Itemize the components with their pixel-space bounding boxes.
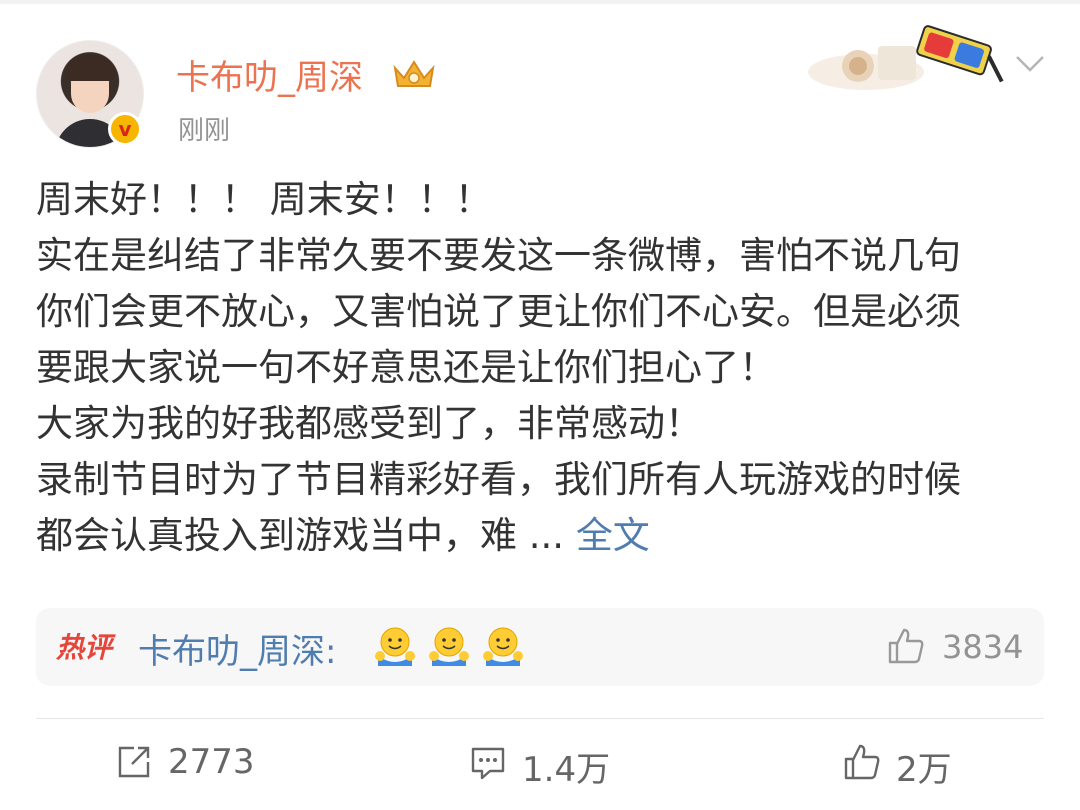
- thumbs-up-icon[interactable]: [886, 626, 926, 666]
- hot-comment-tag: 热评: [56, 631, 113, 664]
- post-line: 周末好！！！ 周末安！！！: [36, 178, 492, 221]
- repost-icon: [118, 746, 150, 778]
- repost-count: 2773: [168, 742, 255, 782]
- crown-icon: [393, 60, 435, 87]
- post-line: 录制节目时为了节目精彩好看，我们所有人玩游戏的时候: [36, 458, 961, 501]
- hug-emoji-icon: [429, 627, 469, 666]
- fan-card-badge-icon[interactable]: [806, 16, 1012, 92]
- like-button[interactable]: 2万: [842, 740, 972, 790]
- like-count: 2万: [896, 750, 952, 790]
- comment-button[interactable]: 1.4万: [468, 740, 628, 790]
- hot-comment-user[interactable]: 卡布叻_周深:: [138, 624, 336, 673]
- hot-comment[interactable]: 热评 卡布叻_周深: 3834: [36, 608, 1044, 686]
- timestamp: 刚刚: [178, 116, 231, 146]
- post-line: 实在是纠结了非常久要不要发这一条微博，害怕不说几句: [36, 234, 961, 277]
- comment-count: 1.4万: [522, 750, 611, 790]
- full-text-link[interactable]: 全文: [576, 514, 650, 557]
- post-line: 要跟大家说一句不好意思还是让你们担心了！: [36, 346, 776, 389]
- post-line: 都会认真投入到游戏当中，难 ...: [36, 514, 565, 557]
- hug-emoji-icon: [375, 627, 415, 666]
- post-line: 大家为我的好我都感受到了，非常感动！: [36, 402, 702, 445]
- divider: [36, 718, 1044, 719]
- username[interactable]: 卡布叻_周深: [176, 50, 363, 99]
- post-line-last: 都会认真投入到游戏当中，难 ... 全文: [36, 508, 1046, 564]
- verified-badge-icon: v: [108, 112, 142, 146]
- post-line: 你们会更不放心，又害怕说了更让你们不心安。但是必须: [36, 290, 961, 333]
- comment-icon: [471, 747, 505, 780]
- hot-comment-like-count: 3834: [942, 628, 1024, 666]
- repost-button[interactable]: 2773: [114, 740, 264, 786]
- thumbs-up-icon: [844, 744, 880, 780]
- hug-emoji-icon: [483, 627, 523, 666]
- chevron-down-icon[interactable]: [1014, 52, 1046, 74]
- top-separator: [0, 0, 1080, 4]
- post-content: 周末好！！！ 周末安！！！ 实在是纠结了非常久要不要发这一条微博，害怕不说几句 …: [36, 172, 1046, 564]
